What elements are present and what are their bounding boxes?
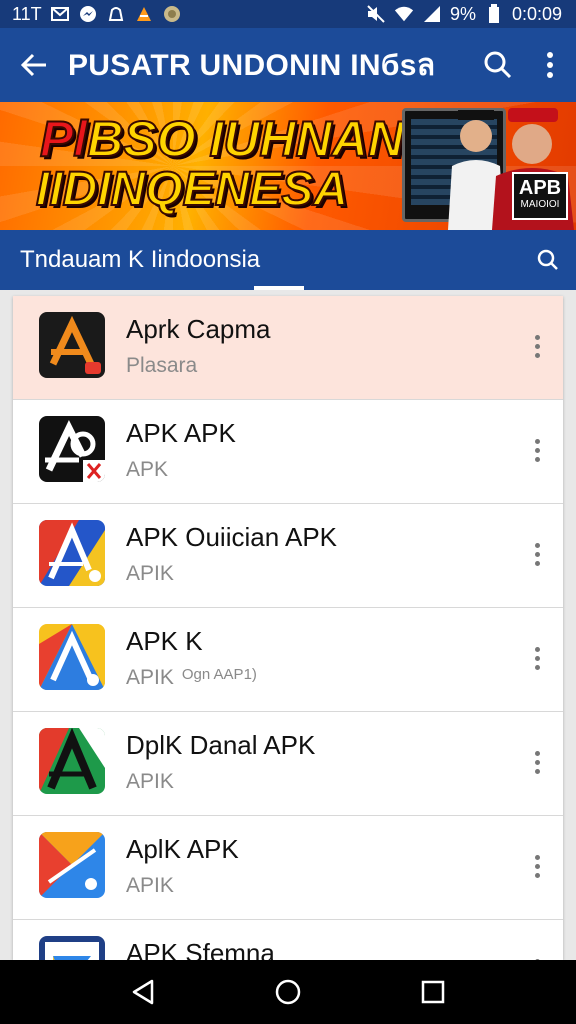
app-subtitle: APIK Ogn AAP1)	[126, 666, 257, 689]
more-vert-icon[interactable]	[525, 534, 549, 574]
app-subtitle: APK	[126, 458, 169, 481]
list-item[interactable]: APK Sfemna	[13, 920, 563, 960]
coin-icon	[162, 4, 182, 24]
whatsapp-icon	[106, 4, 126, 24]
status-bar: 11T 9% 0:0:09	[0, 0, 576, 28]
app-subtitle-extra: Ogn AAP1)	[181, 666, 257, 683]
app-icon	[39, 416, 105, 482]
more-vert-icon[interactable]	[525, 430, 549, 470]
tab-indonesia[interactable]: Tndauam K Iindoonsia	[20, 246, 520, 274]
nav-home-icon[interactable]	[263, 967, 313, 1017]
app-title: APK K	[126, 626, 203, 656]
app-icon	[39, 728, 105, 794]
banner-headline-line1: PlBSO IUHNAN	[39, 110, 405, 168]
app-title: Aprk Capma	[126, 314, 271, 344]
system-nav-bar	[0, 960, 576, 1024]
more-vert-icon[interactable]	[525, 326, 549, 366]
status-left-text: 11T	[12, 3, 42, 24]
app-bar: PUSATR UNDONIN INбsล	[0, 28, 576, 102]
search-icon[interactable]	[472, 28, 524, 102]
mute-icon	[366, 4, 386, 24]
banner-badge: APB ΜΑΙΟΙΟΙ	[512, 172, 568, 220]
app-subtitle: APIK	[126, 770, 174, 793]
banner-headline-line2: IIDINQENESA	[35, 162, 349, 217]
more-vert-icon[interactable]	[525, 846, 549, 886]
list-item[interactable]: Aprk Capma Plasara	[13, 296, 563, 400]
app-subtitle: APIK	[126, 562, 174, 585]
search-icon[interactable]	[520, 248, 576, 272]
app-title: APK Sfemna	[126, 938, 275, 960]
more-vert-icon[interactable]	[524, 28, 576, 102]
tab-indicator	[254, 286, 304, 290]
list-item[interactable]: APK APK APK	[13, 400, 563, 504]
list-item[interactable]: AplK APK APIK	[13, 816, 563, 920]
tab-bar: Tndauam K Iindoonsia	[0, 230, 576, 290]
app-title: AplK APK	[126, 834, 239, 864]
battery-icon	[484, 4, 504, 24]
list-item[interactable]: APK K APIK Ogn AAP1)	[13, 608, 563, 712]
promo-banner[interactable]: PlBSO IUHNAN IIDINQENESA APB ΜΑΙΟΙΟΙ	[0, 102, 576, 230]
page-title: PUSATR UNDONIN INбsล	[68, 48, 436, 82]
app-icon	[39, 624, 105, 690]
app-icon	[39, 832, 105, 898]
nav-back-icon[interactable]	[118, 967, 168, 1017]
more-vert-icon[interactable]	[525, 638, 549, 678]
vlc-icon	[134, 4, 154, 24]
app-title: DplK Danal APK	[126, 730, 316, 760]
messenger-icon	[78, 4, 98, 24]
app-subtitle: APIK	[126, 874, 174, 897]
app-title: APK APK	[126, 418, 236, 448]
app-icon	[39, 936, 105, 960]
app-icon	[39, 312, 105, 378]
signal-icon	[422, 4, 442, 24]
gmail-icon	[50, 4, 70, 24]
battery-percent: 9%	[449, 3, 476, 24]
more-vert-icon[interactable]	[525, 742, 549, 782]
nav-recents-icon[interactable]	[408, 967, 458, 1017]
list-item[interactable]: DplK Danal APK APIK	[13, 712, 563, 816]
clock: 0:0:09	[511, 3, 562, 24]
app-icon	[39, 520, 105, 586]
back-arrow-icon[interactable]	[0, 28, 68, 102]
list-item[interactable]: APK Ouiician APK APIK	[13, 504, 563, 608]
app-list: Aprk Capma Plasara APK APK APK APK Ouiic…	[13, 296, 563, 960]
more-vert-icon[interactable]	[525, 950, 549, 960]
app-subtitle: Plasara	[126, 354, 198, 377]
wifi-icon	[394, 4, 414, 24]
app-title: APK Ouiician APK	[126, 522, 337, 552]
